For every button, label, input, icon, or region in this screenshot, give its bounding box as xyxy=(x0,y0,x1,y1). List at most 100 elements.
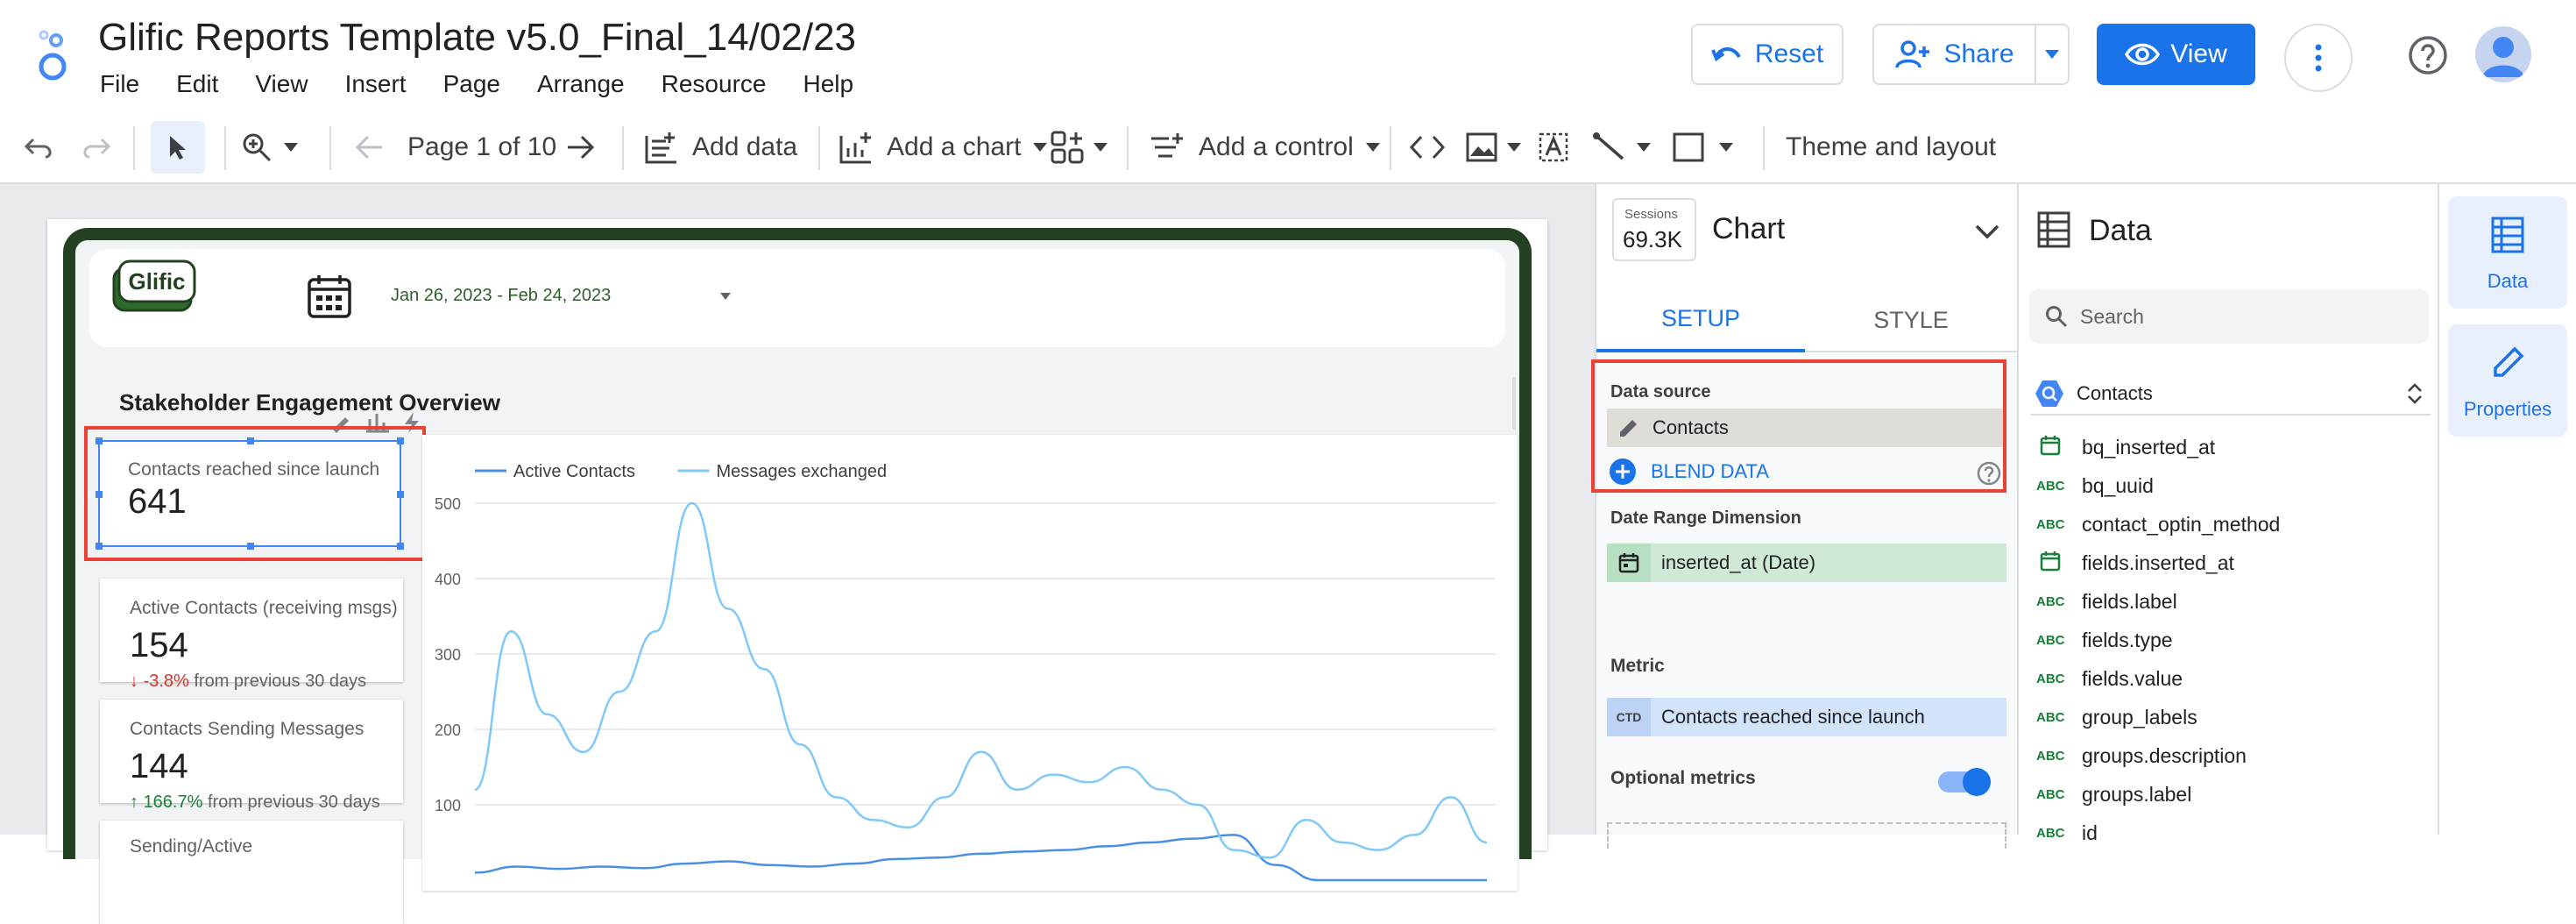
share-button[interactable]: Share xyxy=(1872,24,2036,85)
field-item[interactable]: ABC groups.description xyxy=(2036,736,2247,775)
menu-resource[interactable]: Resource xyxy=(662,70,767,98)
code-icon xyxy=(1409,135,1446,160)
time-series-chart[interactable]: 500 400 300 200 100 Active Contacts Messages e… xyxy=(422,435,1518,891)
share-dropdown[interactable] xyxy=(2035,24,2070,85)
kpi-sending-active[interactable]: Sending/Active xyxy=(100,821,403,924)
legend-item[interactable]: Active Contacts xyxy=(475,462,635,481)
add-data-button[interactable]: Add data xyxy=(643,110,797,184)
redo-icon xyxy=(83,138,110,159)
menu-page[interactable]: Page xyxy=(443,70,500,98)
field-item[interactable]: ABC fields.label xyxy=(2036,582,2177,621)
select-tool-button[interactable] xyxy=(151,121,205,174)
search-placeholder: Search xyxy=(2080,304,2144,328)
field-item[interactable]: ABC fields.value xyxy=(2036,659,2183,698)
menu-edit[interactable]: Edit xyxy=(176,70,218,98)
add-control-button[interactable]: Add a control xyxy=(1150,110,1380,184)
redo-button[interactable] xyxy=(81,110,110,184)
add-metric-dropzone[interactable] xyxy=(1607,822,2006,849)
help-icon[interactable] xyxy=(2408,35,2448,75)
text-field-icon: ABC xyxy=(2036,478,2065,494)
undo-button[interactable] xyxy=(25,110,54,184)
add-chart-label: Add a chart xyxy=(887,132,1022,161)
canvas-scrollbar[interactable] xyxy=(1512,377,1516,430)
avatar[interactable] xyxy=(2475,26,2531,82)
optional-metrics-toggle[interactable] xyxy=(1938,768,1991,796)
menu-help[interactable]: Help xyxy=(803,70,853,98)
data-source-header[interactable]: Contacts xyxy=(2031,373,2431,416)
chevron-down-icon[interactable] xyxy=(1975,224,1999,240)
field-item[interactable]: ABC group_labels xyxy=(2036,698,2197,736)
shape-button[interactable] xyxy=(1672,110,1733,184)
edit-pencil-icon xyxy=(2494,346,2524,377)
highlight-box xyxy=(84,426,426,561)
text-field-icon: ABC xyxy=(2036,709,2065,725)
field-item[interactable]: ABC bq_uuid xyxy=(2036,466,2154,505)
field-item[interactable]: ABC fields.type xyxy=(2036,621,2173,659)
rail-data-button[interactable]: Data xyxy=(2448,196,2567,309)
kpi-active-contacts[interactable]: Active Contacts (receiving msgs) 154 ↓ -… xyxy=(100,579,403,691)
zoom-button[interactable] xyxy=(242,110,298,184)
more-options-button[interactable] xyxy=(2284,24,2353,92)
field-item[interactable]: bq_inserted_at xyxy=(2036,428,2215,466)
data-table-icon xyxy=(2491,217,2524,253)
page-indicator: Page 1 of 10 xyxy=(407,132,557,161)
field-name: contact_optin_method xyxy=(2082,512,2281,536)
field-name: fields.type xyxy=(2082,628,2173,651)
caret-down-icon xyxy=(1093,143,1108,152)
arrow-back-icon xyxy=(355,135,382,160)
looker-studio-logo-icon[interactable] xyxy=(33,28,79,81)
legend-item[interactable]: Messages exchanged xyxy=(677,462,888,481)
report-title[interactable]: Glific Reports Template v5.0_Final_14/02… xyxy=(98,16,856,60)
field-item[interactable]: ABC id xyxy=(2036,814,2098,852)
menu-view[interactable]: View xyxy=(255,70,308,98)
collapse-icon[interactable] xyxy=(2406,382,2424,405)
field-item[interactable]: ABC contact_optin_method xyxy=(2036,505,2280,544)
kpi-contacts-sending[interactable]: Contacts Sending Messages 144 ↑ 166.7% f… xyxy=(100,700,403,812)
field-name: bq_inserted_at xyxy=(2082,435,2216,458)
rail-properties-button[interactable]: Properties xyxy=(2448,324,2567,437)
field-search-input[interactable]: Search xyxy=(2029,289,2429,344)
text-field-icon: ABC xyxy=(2036,516,2065,532)
image-icon xyxy=(1466,132,1497,162)
metric-chip[interactable]: CTD Contacts reached since launch xyxy=(1607,698,2006,736)
rail-data-label: Data xyxy=(2487,270,2529,292)
tab-style[interactable]: STYLE xyxy=(1805,288,2017,352)
date-range-dimension-chip[interactable]: inserted_at (Date) xyxy=(1607,544,2006,582)
line-chart: 500 400 300 200 100 Active Contacts Messages e… xyxy=(435,462,1496,882)
add-chart-button[interactable]: Add a chart xyxy=(838,110,1048,184)
chart-type-thumbnail[interactable]: Sessions 69.3K xyxy=(1612,198,1696,261)
community-viz-button[interactable] xyxy=(1050,110,1108,184)
community-visualization-icon xyxy=(1051,131,1084,164)
date-type-badge xyxy=(1607,544,1651,582)
sessions-label: Sessions xyxy=(1624,207,1678,222)
caret-down-icon xyxy=(284,143,298,152)
text-box-button[interactable] xyxy=(1537,110,1570,184)
menu-insert[interactable]: Insert xyxy=(345,70,407,98)
next-page-button[interactable] xyxy=(566,110,596,184)
menu-file[interactable]: File xyxy=(100,70,139,98)
more-vert-icon xyxy=(2315,44,2322,72)
tab-setup[interactable]: SETUP xyxy=(1596,288,1805,352)
glific-logo-icon: Glific xyxy=(112,259,196,312)
reset-button[interactable]: Reset xyxy=(1691,24,1844,85)
data-panel: Data Search Contacts bq_inserted_at ABC bq… xyxy=(2017,184,2438,844)
text-field-icon: ABC xyxy=(2036,825,2065,841)
kpi-delta: ↓ -3.8% from previous 30 days xyxy=(130,672,367,691)
cursor-icon xyxy=(170,136,186,160)
field-item[interactable]: fields.inserted_at xyxy=(2036,544,2234,582)
prev-page-button[interactable] xyxy=(354,110,384,184)
date-range-control[interactable]: Jan 26, 2023 - Feb 24, 2023 xyxy=(391,286,611,306)
calendar-icon[interactable] xyxy=(307,274,352,319)
down-arrow-icon: ↓ xyxy=(130,672,144,691)
view-button[interactable]: View xyxy=(2097,24,2255,85)
caret-down-icon xyxy=(2045,50,2059,59)
theme-layout-button[interactable]: Theme and layout xyxy=(1786,110,1996,184)
url-embed-button[interactable] xyxy=(1409,110,1446,184)
report-canvas[interactable]: Glific Jan 26, 2023 - Feb 24, 2023 Stake… xyxy=(0,184,1595,924)
date-range-caret-icon[interactable] xyxy=(720,293,731,300)
menu-arrange[interactable]: Arrange xyxy=(537,70,625,98)
field-item[interactable]: ABC groups.label xyxy=(2036,775,2191,814)
line-button[interactable] xyxy=(1591,110,1651,184)
image-button[interactable] xyxy=(1465,110,1521,184)
zoom-in-icon xyxy=(243,133,272,162)
